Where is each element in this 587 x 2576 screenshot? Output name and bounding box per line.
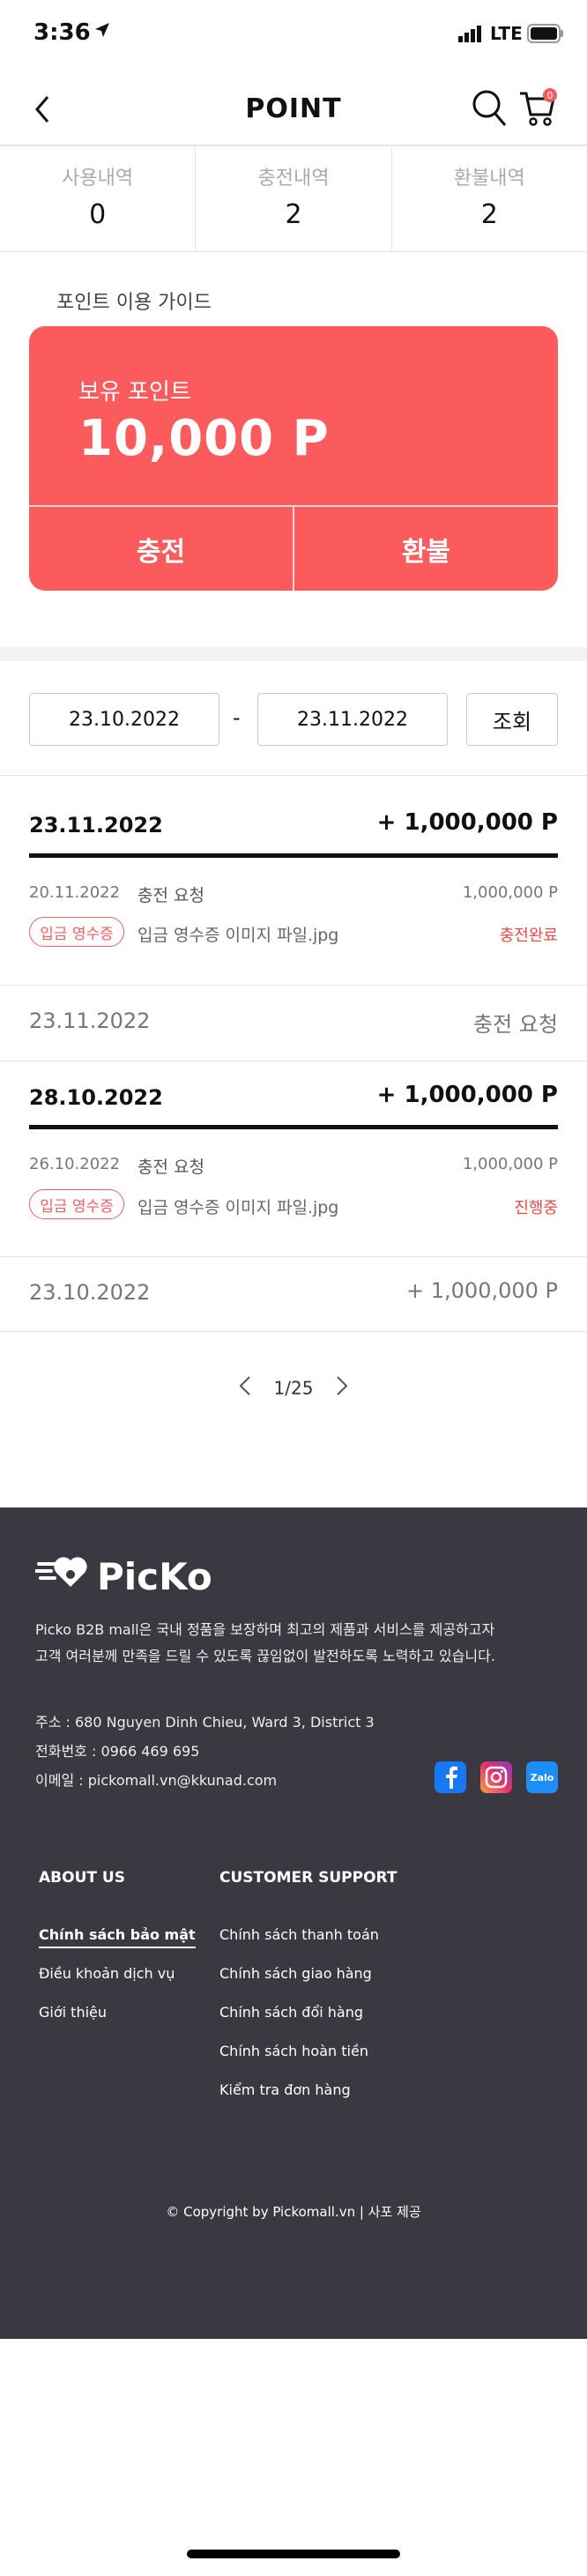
divider (0, 1256, 587, 1257)
footer-link-about[interactable]: Giới thiệu (39, 2004, 107, 2021)
balance-amount: 10,000 P (78, 410, 330, 467)
record-divider-bar (29, 853, 558, 858)
network-type: LTE (490, 23, 523, 44)
end-date-input[interactable]: 23.11.2022 (257, 693, 448, 746)
customer-support-title: CUSTOMER SUPPORT (219, 1869, 398, 1887)
instagram-icon[interactable] (480, 1761, 512, 1793)
picko-logo-icon (33, 1552, 90, 1594)
page-indicator: 1/25 (273, 1377, 314, 1399)
site-footer: PicKo Picko B2B mall은 국내 정품을 보장하며 최고의 제품… (0, 1508, 587, 2339)
status-time: 3:36 (33, 19, 91, 46)
detail-date: 20.11.2022 (29, 883, 121, 902)
search-icon[interactable] (471, 88, 508, 132)
footer-description: Picko B2B mall은 국내 정품을 보장하며 최고의 제품과 서비스를… (35, 1617, 564, 1670)
home-indicator (187, 2550, 400, 2558)
date-range-separator: - (233, 705, 241, 730)
next-page-icon[interactable] (335, 1375, 349, 1401)
tab-count: 0 (89, 199, 107, 230)
charge-button[interactable]: 충전 (29, 507, 294, 591)
record-date[interactable]: 28.10.2022 (29, 1085, 163, 1110)
detail-date: 26.10.2022 (29, 1155, 121, 1173)
detail-type: 충전 요청 (137, 1158, 204, 1177)
receipt-file-name[interactable]: 입금 영수증 이미지 파일.jpg (137, 922, 338, 946)
record-summary: 충전 요청 (473, 1012, 558, 1037)
battery-icon (527, 24, 564, 47)
copyright: © Copyright by Pickomall.vn | 사포 제공 (166, 2204, 421, 2220)
status-badge: 진행중 (514, 1199, 558, 1217)
cart-count-badge: 0 (543, 88, 557, 102)
tab-label: 환불내역 (453, 168, 525, 190)
point-guide-link[interactable]: 포인트 이용 가이드 (56, 287, 212, 315)
tab-count: 2 (480, 199, 498, 230)
divider (0, 775, 587, 776)
refund-button[interactable]: 환불 (294, 507, 558, 591)
footer-link-shipping[interactable]: Chính sách giao hàng (219, 1965, 372, 1982)
footer-link-privacy[interactable]: Chính sách bảo mật (39, 1926, 196, 1948)
description-line: Picko B2B mall은 국내 정품을 보장하며 최고의 제품과 서비스를… (35, 1621, 495, 1638)
description-line: 고객 여러분께 만족을 드릴 수 있도록 끊임없이 발전하도록 노력하고 있습니… (35, 1648, 495, 1664)
detail-amount: 1,000,000 P (462, 1155, 558, 1173)
detail-type: 충전 요청 (137, 886, 204, 905)
pagination: 1/25 (0, 1375, 587, 1401)
facebook-icon[interactable] (435, 1761, 466, 1793)
footer-link-refund[interactable]: Chính sách hoàn tiền (219, 2043, 368, 2059)
section-divider (0, 647, 587, 661)
footer-email: 이메일 : pickomall.vn@kkunad.com (35, 1772, 278, 1789)
receipt-badge[interactable]: 입금 영수증 (29, 1189, 124, 1219)
prev-page-icon[interactable] (238, 1375, 252, 1401)
footer-link-terms[interactable]: Điều khoản dịch vụ (39, 1965, 175, 1982)
card-actions: 충전 환불 (29, 505, 558, 591)
tab-charge-history[interactable]: 충전내역 2 (196, 146, 392, 251)
start-date-input[interactable]: 23.10.2022 (29, 693, 219, 746)
record-date[interactable]: 23.11.2022 (29, 1009, 150, 1033)
footer-address: 주소 : 680 Nguyen Dinh Chieu, Ward 3, Dist… (35, 1714, 375, 1731)
footer-link-order-check[interactable]: Kiểm tra đơn hàng (219, 2081, 351, 2098)
footer-link-exchange[interactable]: Chính sách đổi hàng (219, 2004, 363, 2021)
brand-name: PicKo (97, 1555, 212, 1598)
point-summary-tabs: 사용내역 0 충전내역 2 환불내역 2 (0, 146, 587, 252)
zalo-icon[interactable]: Zalo (526, 1761, 558, 1793)
location-arrow-icon (93, 21, 111, 42)
record-divider-bar (29, 1125, 558, 1129)
receipt-file-name[interactable]: 입금 영수증 이미지 파일.jpg (137, 1195, 338, 1218)
receipt-badge[interactable]: 입금 영수증 (29, 917, 124, 947)
divider (0, 1331, 587, 1332)
divider (0, 985, 587, 986)
balance-label: 보유 포인트 (78, 379, 191, 406)
footer-link-payment[interactable]: Chính sách thanh toán (219, 1926, 379, 1943)
detail-amount: 1,000,000 P (462, 883, 558, 902)
app-header: POINT 0 (0, 74, 587, 146)
footer-phone: 전화번호 : 0966 469 695 (35, 1743, 200, 1760)
record-amount: + 1,000,000 P (376, 1082, 558, 1108)
search-button[interactable]: 조회 (466, 693, 558, 746)
tab-label: 충전내역 (257, 168, 330, 190)
status-badge: 충전완료 (499, 927, 558, 945)
tab-count: 2 (285, 199, 302, 230)
record-date[interactable]: 23.11.2022 (29, 813, 163, 838)
point-balance-card: 보유 포인트 10,000 P 충전 환불 (29, 326, 558, 591)
record-summary: + 1,000,000 P (406, 1278, 558, 1303)
tab-label: 사용내역 (62, 168, 134, 190)
about-us-title: ABOUT US (39, 1869, 125, 1887)
tab-usage-history[interactable]: 사용내역 0 (0, 146, 197, 251)
record-date[interactable]: 23.10.2022 (29, 1280, 150, 1305)
tab-refund-history[interactable]: 환불내역 2 (392, 146, 587, 251)
signal-icon (458, 25, 483, 46)
record-amount: + 1,000,000 P (376, 809, 558, 836)
status-bar: 3:36 LTE (0, 0, 587, 74)
